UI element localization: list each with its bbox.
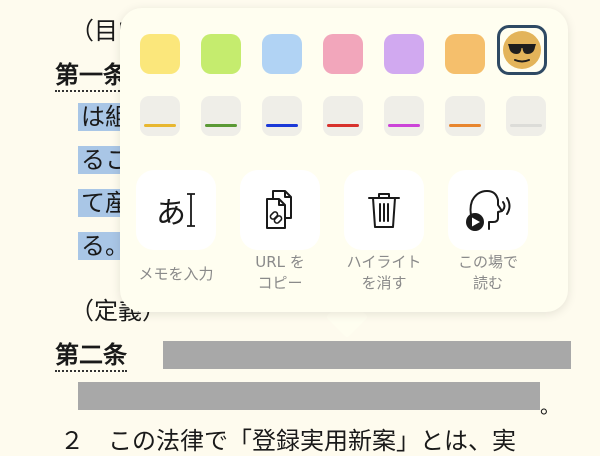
read-here-label: この場で 読む [457, 253, 518, 292]
redacted-text-block [78, 382, 540, 410]
article-2-heading[interactable]: 第二条 [55, 341, 127, 372]
text-cursor-icon [187, 193, 195, 227]
underline-color-red[interactable] [323, 96, 363, 136]
copy-url-label: URL を コピー [255, 253, 305, 292]
copy-url-button[interactable] [240, 170, 320, 250]
highlight-color-purple[interactable] [384, 34, 424, 74]
trash-icon [368, 193, 400, 228]
read-here-button[interactable] [448, 170, 528, 250]
highlight-color-orange[interactable] [445, 34, 485, 74]
add-memo-button[interactable]: あ [136, 170, 216, 250]
sunglasses-emoji-icon [503, 31, 541, 69]
underline-color-blue[interactable] [262, 96, 302, 136]
underline-color-yellow[interactable] [140, 96, 180, 136]
delete-highlight-label: ハイライト を消す [346, 253, 422, 292]
speaking-head-play-icon [466, 190, 511, 231]
text-input-icon: あ [156, 188, 196, 232]
underline-color-magenta[interactable] [384, 96, 424, 136]
highlight-style-emoji-selected[interactable] [497, 25, 547, 75]
highlight-color-yellow[interactable] [140, 34, 180, 74]
underline-color-green[interactable] [201, 96, 241, 136]
period-mark: 。 [540, 394, 560, 418]
delete-highlight-button[interactable] [344, 170, 424, 250]
article-2-paragraph-2: ２ この法律で「登録実用新案」とは、実 [60, 427, 516, 455]
highlight-color-blue[interactable] [262, 34, 302, 74]
article-1-heading[interactable]: 第一条 [55, 61, 127, 92]
add-memo-label: メモを入力 [138, 265, 214, 283]
highlight-color-pink[interactable] [323, 34, 363, 74]
redacted-text-block [163, 341, 571, 369]
highlight-color-green[interactable] [201, 34, 241, 74]
underline-color-orange[interactable] [445, 96, 485, 136]
copy-link-icon [266, 190, 292, 229]
underline-color-gray[interactable] [506, 96, 546, 136]
